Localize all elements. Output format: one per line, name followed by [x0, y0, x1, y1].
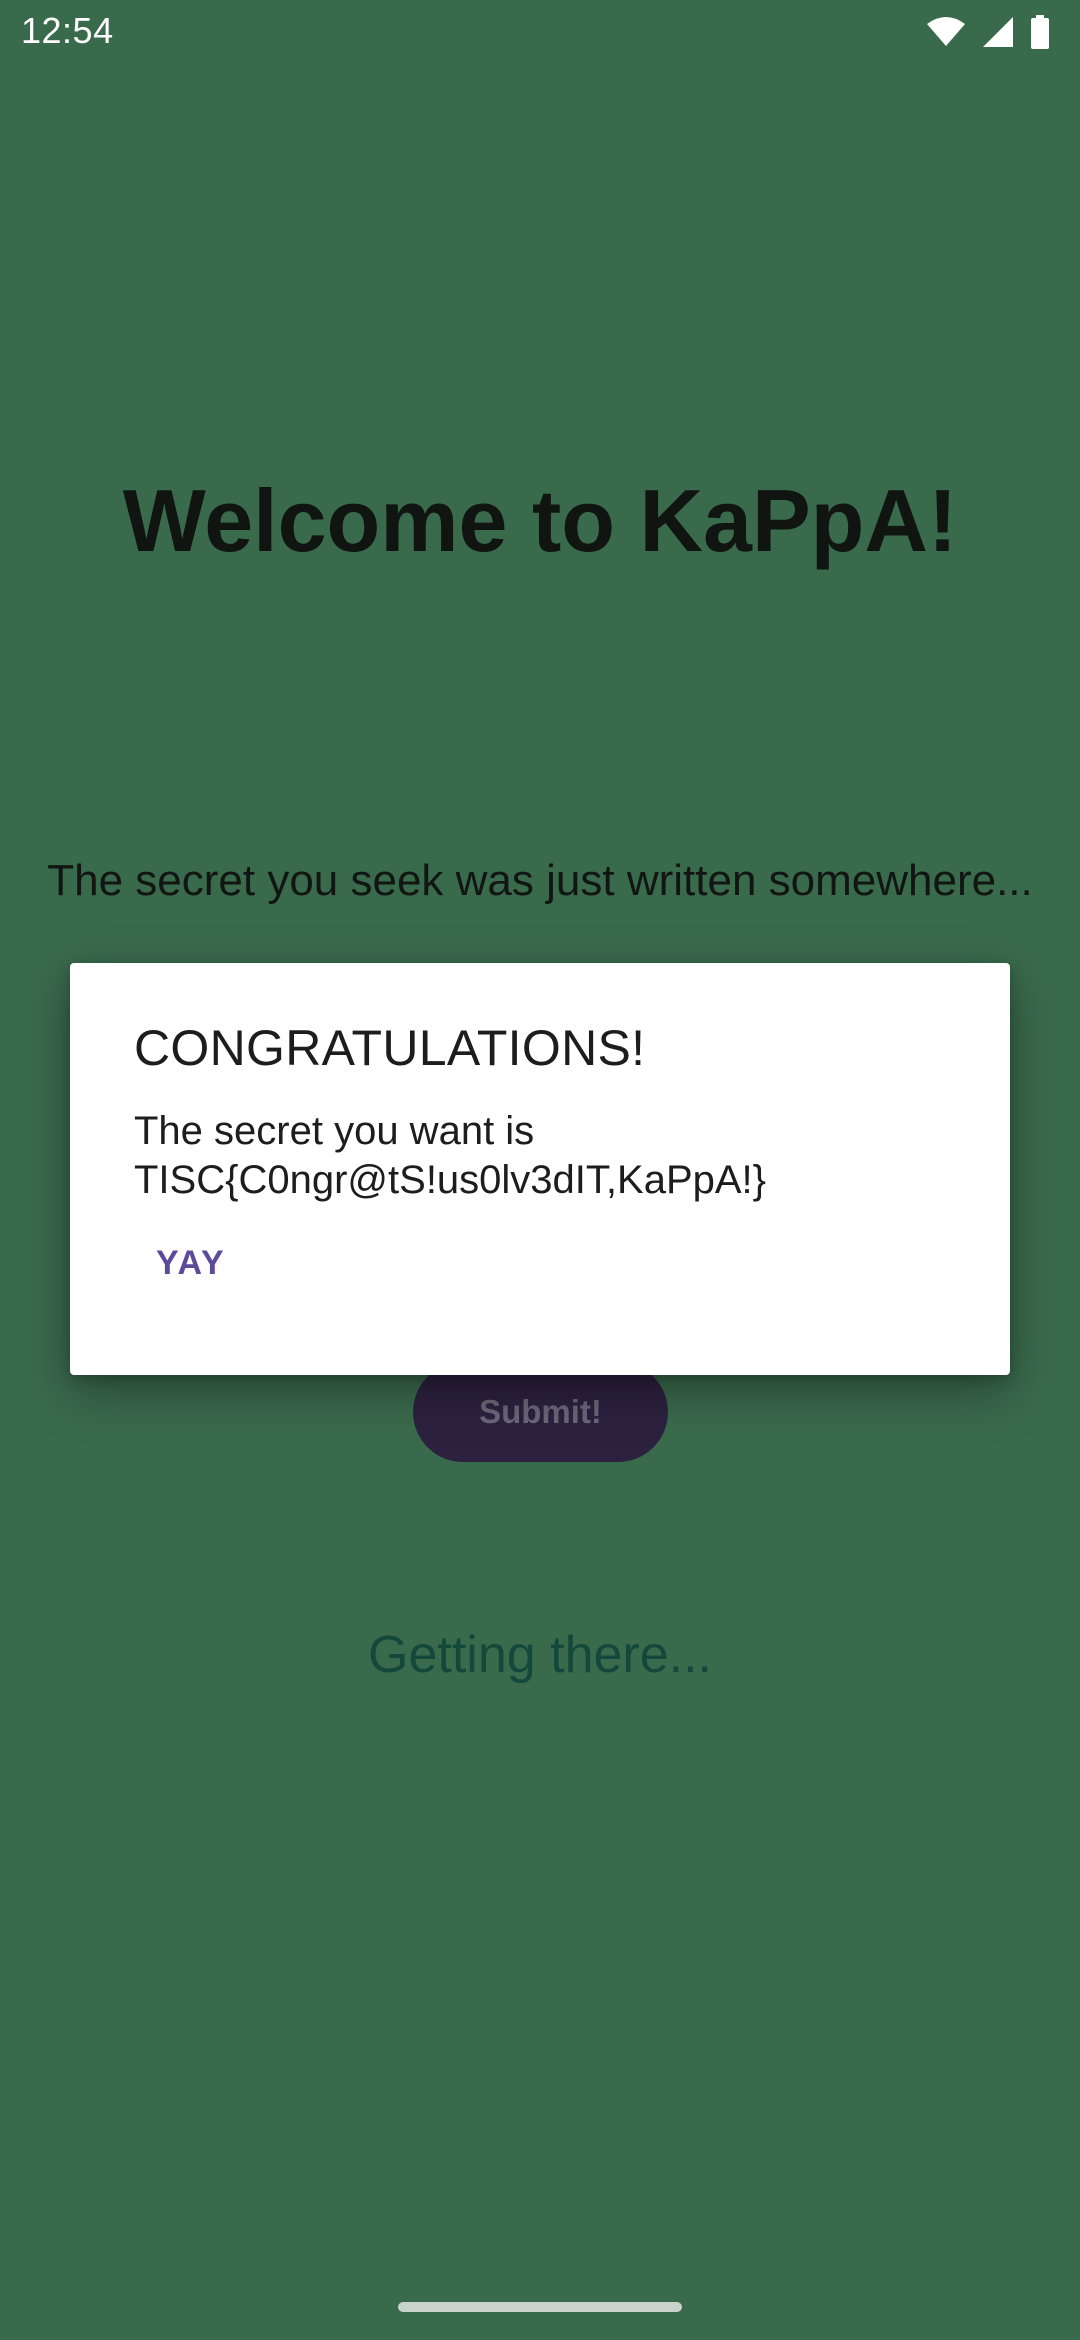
gesture-nav-handle[interactable] [398, 2302, 682, 2312]
dialog-message: The secret you want is TISC{C0ngr@tS!us0… [134, 1109, 767, 1202]
app-screen: 12:54 Welcome to KaPpA! The secret you s… [0, 0, 1080, 2340]
dialog-title: CONGRATULATIONS! [134, 1020, 646, 1076]
congratulations-dialog: CONGRATULATIONS! The secret you want is … [70, 963, 1010, 1375]
yay-button[interactable]: YAY [140, 1221, 242, 1305]
